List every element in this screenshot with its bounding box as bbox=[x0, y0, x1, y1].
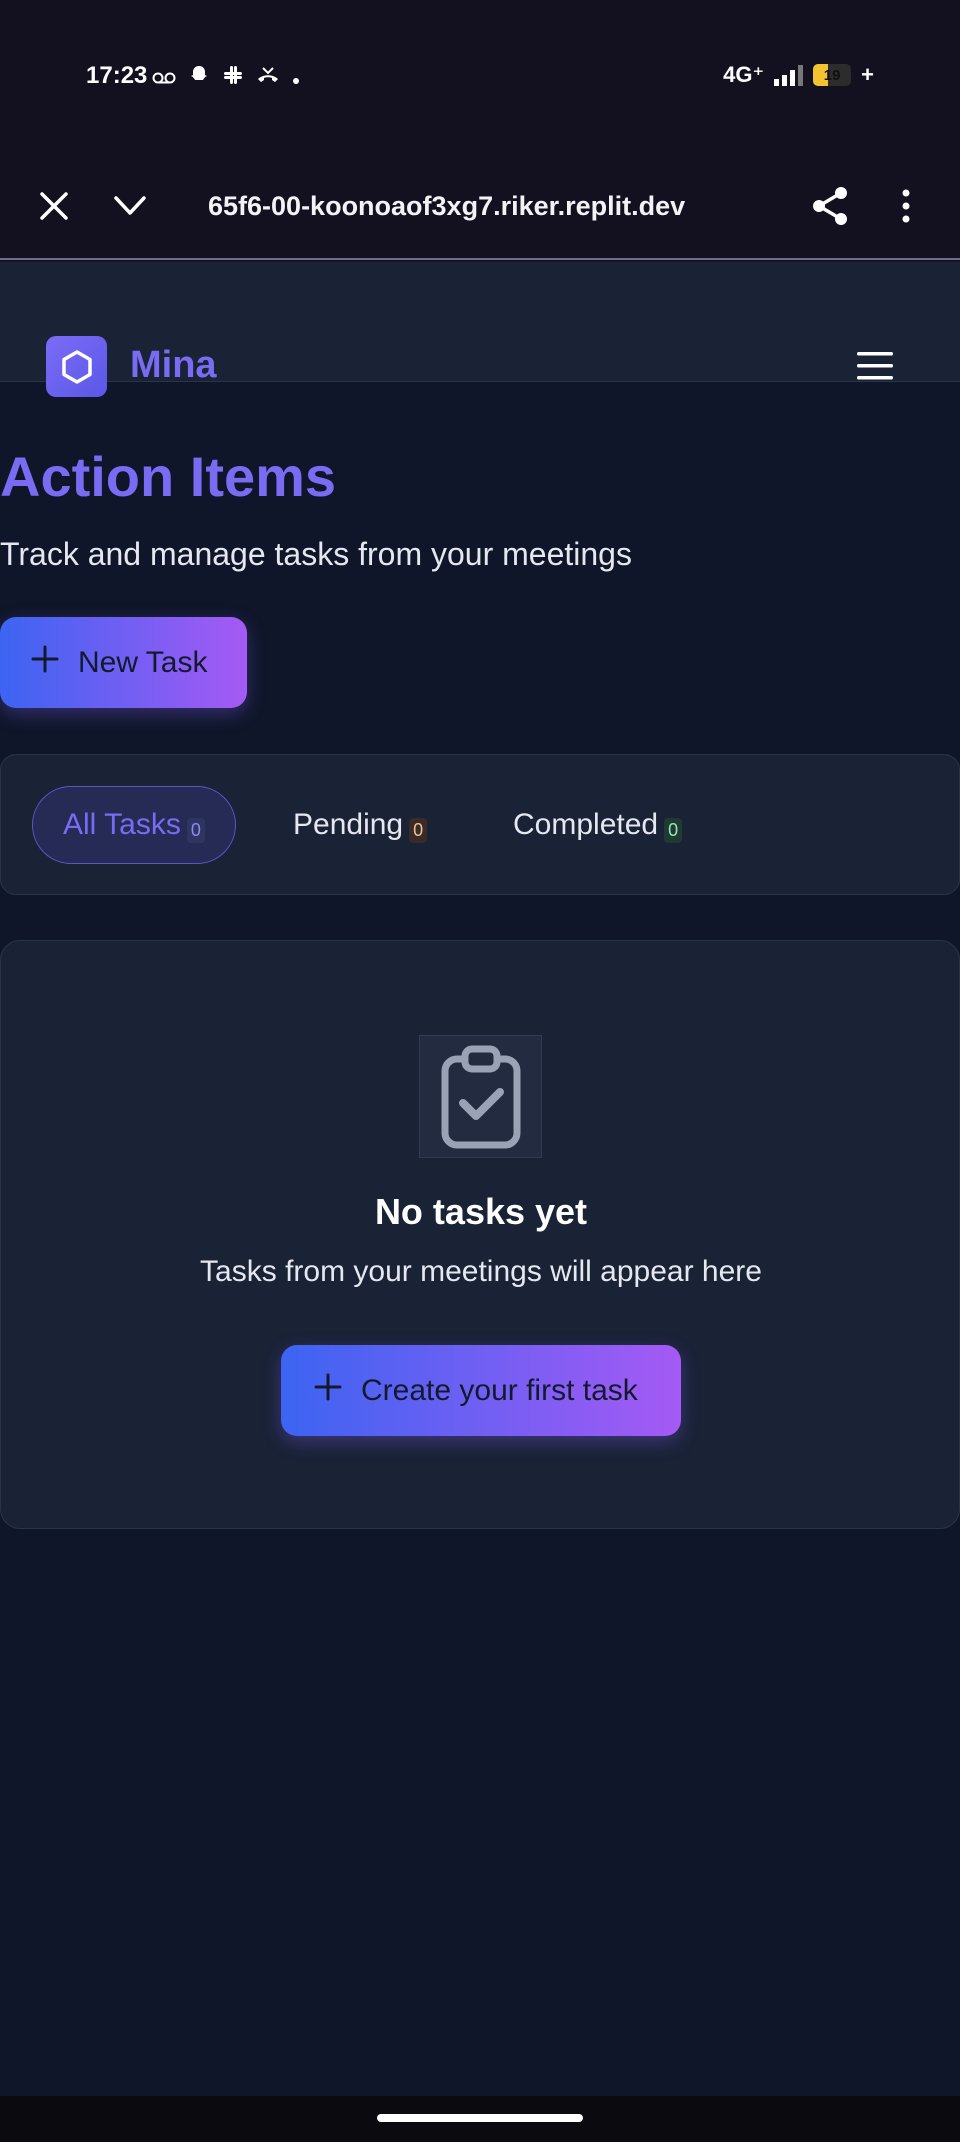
app-header: Mina bbox=[0, 262, 960, 397]
share-icon[interactable] bbox=[810, 185, 850, 227]
charging-indicator: + bbox=[861, 62, 874, 87]
logo-icon[interactable] bbox=[46, 336, 107, 397]
snapchat-icon bbox=[188, 64, 210, 91]
url-field[interactable]: 65f6-00-koonoaof3xg7.riker.replit.dev bbox=[208, 191, 685, 222]
page-title: Action Items bbox=[0, 445, 337, 508]
tab-label: Completed bbox=[513, 808, 659, 841]
voicemail-icon bbox=[152, 66, 176, 90]
create-first-task-label: Create your first task bbox=[361, 1373, 638, 1407]
close-icon[interactable] bbox=[36, 188, 72, 224]
tab-pending[interactable]: Pending 0 bbox=[293, 786, 428, 864]
brand-name[interactable]: Mina bbox=[130, 344, 217, 387]
slack-icon bbox=[222, 64, 244, 91]
missed-call-icon bbox=[256, 65, 280, 90]
browser-toolbar: 65f6-00-koonoaof3xg7.riker.replit.dev bbox=[0, 155, 960, 260]
tab-all-tasks[interactable]: All Tasks 0 bbox=[32, 786, 236, 864]
more-options-icon[interactable] bbox=[892, 185, 920, 227]
empty-state-title: No tasks yet bbox=[374, 1191, 588, 1232]
clipboard-check-icon bbox=[419, 1035, 542, 1158]
home-indicator[interactable] bbox=[377, 2114, 583, 2122]
task-filter-tabs: All Tasks 0 Pending 0 Completed 0 bbox=[0, 754, 960, 895]
battery-level: 19 bbox=[823, 66, 841, 84]
plus-icon bbox=[30, 644, 60, 682]
tab-count-badge: 0 bbox=[664, 817, 683, 843]
status-time: 17:23 bbox=[86, 62, 148, 89]
tab-count-badge: 0 bbox=[186, 817, 205, 843]
tab-label: Pending bbox=[293, 808, 404, 841]
new-task-label: New Task bbox=[78, 645, 208, 679]
page-subtitle: Track and manage tasks from your meeting… bbox=[0, 536, 632, 572]
tab-label: All Tasks bbox=[63, 808, 181, 841]
system-nav-bar bbox=[0, 2096, 960, 2142]
menu-icon[interactable] bbox=[856, 350, 894, 382]
tab-completed[interactable]: Completed 0 bbox=[513, 786, 683, 864]
battery-icon: 19 bbox=[813, 64, 852, 86]
network-type: 4G⁺ bbox=[723, 62, 765, 87]
chevron-down-icon[interactable] bbox=[110, 188, 150, 224]
dot-icon bbox=[292, 66, 300, 90]
empty-state-card: No tasks yet Tasks from your meetings wi… bbox=[0, 940, 960, 1529]
system-status: 4G⁺ 19 + bbox=[723, 62, 874, 88]
empty-state-description: Tasks from your meetings will appear her… bbox=[200, 1255, 762, 1288]
notification-icons bbox=[152, 64, 300, 91]
new-task-button[interactable]: New Task bbox=[0, 617, 247, 708]
tab-count-badge: 0 bbox=[409, 817, 428, 843]
plus-icon bbox=[313, 1372, 343, 1410]
status-bar: 17:23 4G⁺ 19 + bbox=[0, 0, 960, 155]
create-first-task-button[interactable]: Create your first task bbox=[281, 1345, 681, 1436]
signal-icon bbox=[774, 64, 804, 86]
